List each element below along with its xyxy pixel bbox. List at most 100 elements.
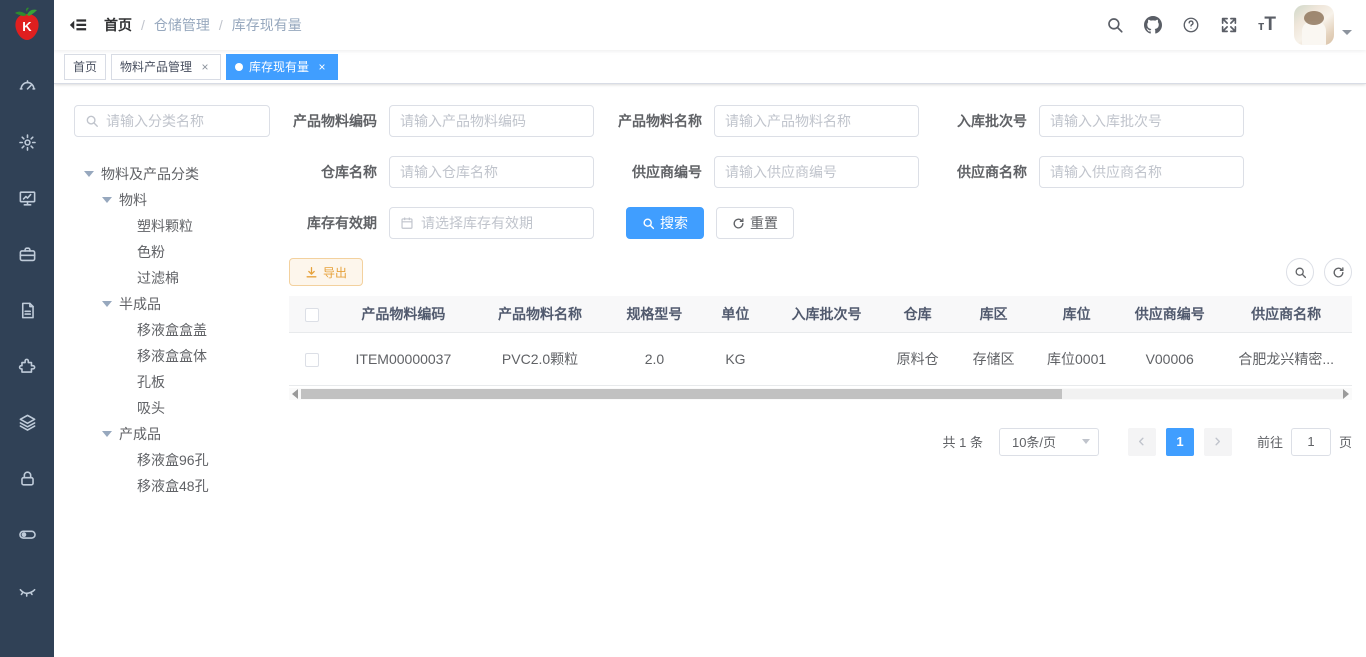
tree-node-吸头[interactable]: 吸头 [74,395,276,421]
header-search-icon[interactable] [1096,0,1134,50]
sidebar-item-dashboard[interactable] [0,58,54,114]
input-供应商编号[interactable] [714,156,919,188]
goto-page-input[interactable] [1291,428,1331,456]
tree-node-移液盒48孔[interactable]: 移液盒48孔 [74,473,276,499]
filter-row: 产品物料编码产品物料名称入库批次号 [289,105,1352,137]
input-产品物料名称[interactable] [714,105,919,137]
table-cell: 合肥龙兴精密... [1220,332,1352,385]
tree-node-移液盒盒体[interactable]: 移液盒盒体 [74,343,276,369]
table-column-header[interactable]: 入库批次号 [771,296,882,332]
table-column-header[interactable]: 仓库 [882,296,953,332]
input-产品物料编码[interactable] [389,105,594,137]
tree-expand-icon[interactable] [102,301,112,307]
show-search-toggle-button[interactable] [1286,258,1314,286]
table-row[interactable]: ITEM00000037PVC2.0颗粒2.0KG原料仓存储区库位0001V00… [289,332,1352,385]
sidebar-item-eye-closed[interactable] [0,562,54,618]
tree-node-半成品[interactable]: 半成品 [74,291,276,317]
tree-node-过滤棉[interactable]: 过滤棉 [74,265,276,291]
scrollbar-track[interactable] [301,389,1343,399]
sidebar-item-lock[interactable] [0,450,54,506]
chevron-left-icon [1136,436,1147,447]
sidebar-item-settings[interactable] [0,114,54,170]
tree-node-孔板[interactable]: 孔板 [74,369,276,395]
tab-close-icon[interactable]: × [198,60,212,74]
tree-search-input[interactable] [106,113,259,129]
table-toolbar: 导出 [289,258,1352,286]
filter-buttons: 搜索重置 [626,207,794,239]
scroll-right-arrow[interactable] [1343,389,1349,399]
hamburger-icon[interactable] [54,0,102,50]
tree-node-塑料颗粒[interactable]: 塑料颗粒 [74,213,276,239]
tree-node-移液盒盒盖[interactable]: 移液盒盒盖 [74,317,276,343]
page-size-select[interactable]: 10条/页 [999,428,1099,456]
tree-node-移液盒96孔[interactable]: 移液盒96孔 [74,447,276,473]
table-column-header[interactable]: 产品物料编码 [336,296,472,332]
table-tools [1276,258,1352,286]
tree-expand-icon[interactable] [84,171,94,177]
sidebar-item-toolbox[interactable] [0,226,54,282]
search-button[interactable]: 搜索 [626,207,704,239]
sidebar-item-monitor[interactable] [0,170,54,226]
scrollbar-thumb[interactable] [301,389,1062,399]
avatar[interactable] [1294,5,1334,45]
text-input[interactable] [725,164,908,180]
refresh-button[interactable] [1324,258,1352,286]
table-column-header[interactable]: 供应商名称 [1220,296,1352,332]
table-column-header[interactable]: 单位 [700,296,771,332]
tree-node-物料[interactable]: 物料 [74,187,276,213]
github-icon[interactable] [1134,0,1172,50]
tree-node-物料及产品分类[interactable]: 物料及产品分类 [74,161,276,187]
reset-button[interactable]: 重置 [716,207,794,239]
text-input[interactable] [400,113,583,129]
table-column-header[interactable]: 库区 [953,296,1034,332]
export-button[interactable]: 导出 [289,258,363,286]
input-供应商名称[interactable] [1039,156,1244,188]
date-picker-库存有效期[interactable] [389,207,594,239]
table-column-header[interactable]: 产品物料名称 [471,296,609,332]
tree-node-label: 物料及产品分类 [101,164,199,184]
row-checkbox[interactable] [305,353,319,367]
sidebar-item-toggle[interactable] [0,506,54,562]
table-cell: KG [700,332,771,385]
text-input[interactable] [421,215,583,231]
table-column-header[interactable]: 规格型号 [609,296,700,332]
tree-expand-icon[interactable] [102,197,112,203]
sidebar-item-layers[interactable] [0,394,54,450]
app-logo[interactable]: K [0,0,54,50]
input-入库批次号[interactable] [1039,105,1244,137]
goto-unit-label: 页 [1339,432,1352,451]
filter-form: 产品物料编码产品物料名称入库批次号仓库名称供应商编号供应商名称库存有效期搜索重置 [289,105,1352,239]
sidebar-item-document[interactable] [0,282,54,338]
user-menu[interactable] [1294,5,1352,45]
table-column-header[interactable]: 库位 [1034,296,1119,332]
prev-page-button[interactable] [1128,428,1156,456]
tab-首页[interactable]: 首页 [64,54,106,80]
tree-search-box[interactable] [74,105,270,137]
sidebar-item-plugin[interactable] [0,338,54,394]
text-input[interactable] [1050,113,1233,129]
fullscreen-icon[interactable] [1210,0,1248,50]
tree-expand-icon[interactable] [102,431,112,437]
table-cell [771,332,882,385]
page-number-button[interactable]: 1 [1166,428,1194,456]
next-page-button[interactable] [1204,428,1232,456]
form-item: 产品物料名称 [614,105,939,137]
table-column-header[interactable]: 供应商编号 [1119,296,1220,332]
help-icon[interactable] [1172,0,1210,50]
text-input[interactable] [1050,164,1233,180]
table-header-row: 产品物料编码产品物料名称规格型号单位入库批次号仓库库区库位供应商编号供应商名称 [289,296,1352,332]
breadcrumb-item[interactable]: 首页 [104,15,132,35]
input-仓库名称[interactable] [389,156,594,188]
font-size-icon[interactable]: тT [1248,0,1286,50]
tab-close-icon[interactable]: × [315,60,329,74]
text-input[interactable] [725,113,908,129]
scroll-left-arrow[interactable] [292,389,298,399]
tree-node-色粉[interactable]: 色粉 [74,239,276,265]
pager: 1 [1123,428,1237,456]
tab-物料产品管理[interactable]: 物料产品管理× [111,54,221,80]
tab-label: 库存现有量 [249,58,309,75]
select-all-checkbox[interactable] [305,308,319,322]
tree-node-产成品[interactable]: 产成品 [74,421,276,447]
tab-库存现有量[interactable]: 库存现有量 × [226,54,338,80]
text-input[interactable] [400,164,583,180]
